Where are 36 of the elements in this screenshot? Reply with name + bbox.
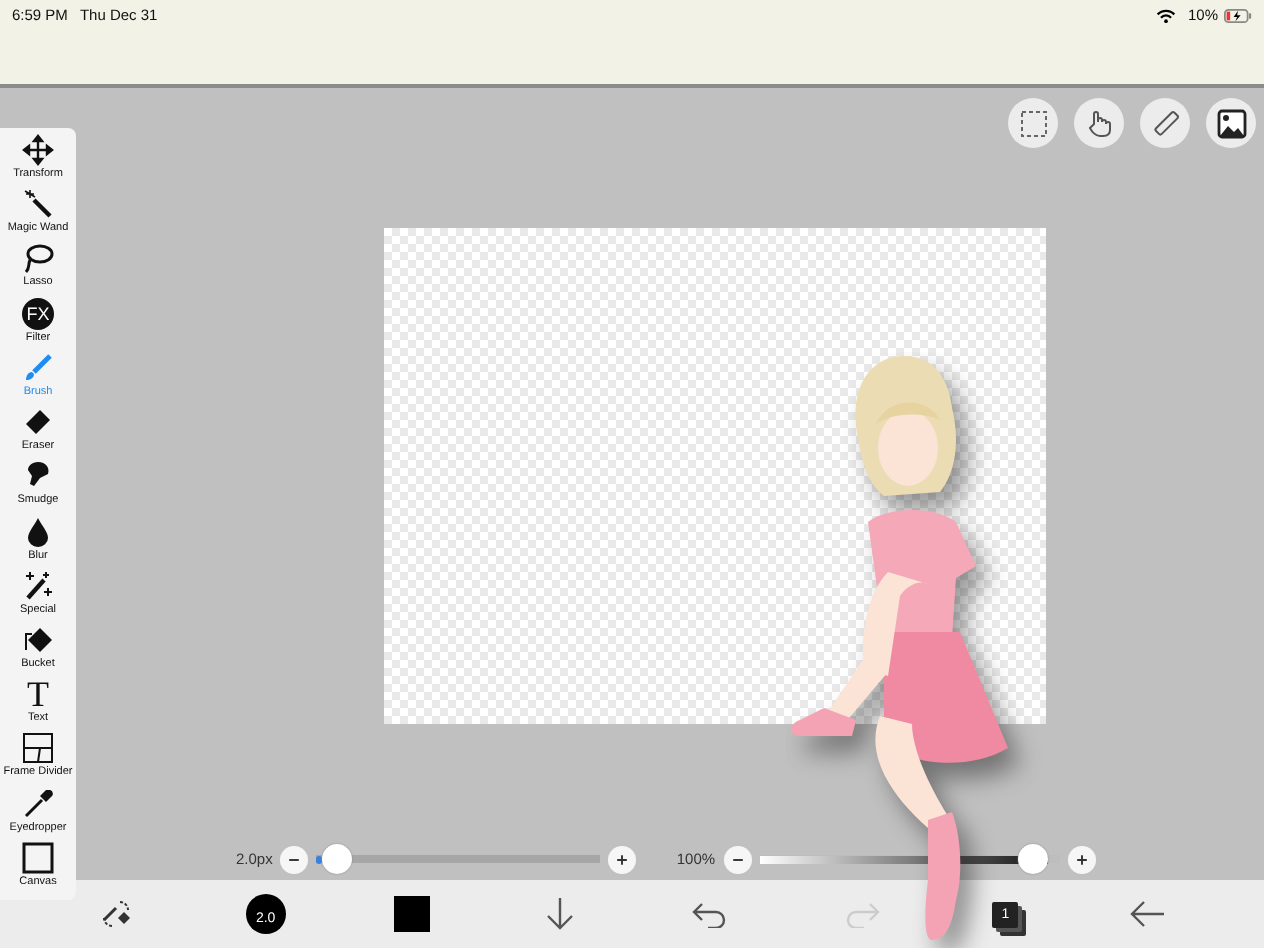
- increase-size-button[interactable]: [608, 845, 637, 873]
- ruler-tool-button[interactable]: [1140, 98, 1190, 148]
- left-arrow-icon: [1130, 900, 1167, 928]
- image-tool-button[interactable]: [1206, 98, 1256, 148]
- ruler-icon: [1149, 107, 1181, 139]
- drop-icon: [22, 515, 54, 548]
- plus-icon: [1073, 851, 1090, 867]
- image-icon: [1215, 107, 1247, 139]
- fx-icon: FX: [22, 297, 54, 330]
- move-arrows-icon: [22, 134, 54, 166]
- hand-tool-button[interactable]: [1074, 98, 1124, 148]
- decrease-opacity-button[interactable]: [723, 845, 752, 873]
- bucket-icon: [22, 623, 54, 656]
- selection-tool-button[interactable]: [1008, 98, 1058, 148]
- hand-icon: [1083, 107, 1115, 139]
- decrease-size-button[interactable]: [280, 845, 309, 873]
- text-icon: T: [27, 678, 49, 711]
- color-swatch-button[interactable]: [393, 896, 430, 932]
- eyedropper-icon: [22, 787, 54, 820]
- wifi-icon: [1155, 8, 1176, 24]
- sparkle-wand-icon: [22, 569, 54, 602]
- slider-handle[interactable]: [1018, 844, 1049, 874]
- eraser-icon: [22, 406, 54, 439]
- square-icon: [22, 841, 54, 874]
- plus-icon: [614, 851, 631, 867]
- brush-eraser-swap-icon: [97, 896, 134, 932]
- battery-icon: [1224, 8, 1252, 24]
- redo-icon: [844, 900, 881, 928]
- undo-icon: [692, 900, 729, 928]
- dashed-square-icon: [1017, 107, 1049, 139]
- slider-handle[interactable]: [321, 844, 352, 874]
- increase-opacity-button[interactable]: [1067, 845, 1096, 873]
- magic-wand-icon: [22, 188, 54, 221]
- down-arrow-icon: [543, 896, 576, 932]
- brush-icon: [22, 351, 54, 384]
- lasso-icon: [22, 242, 54, 275]
